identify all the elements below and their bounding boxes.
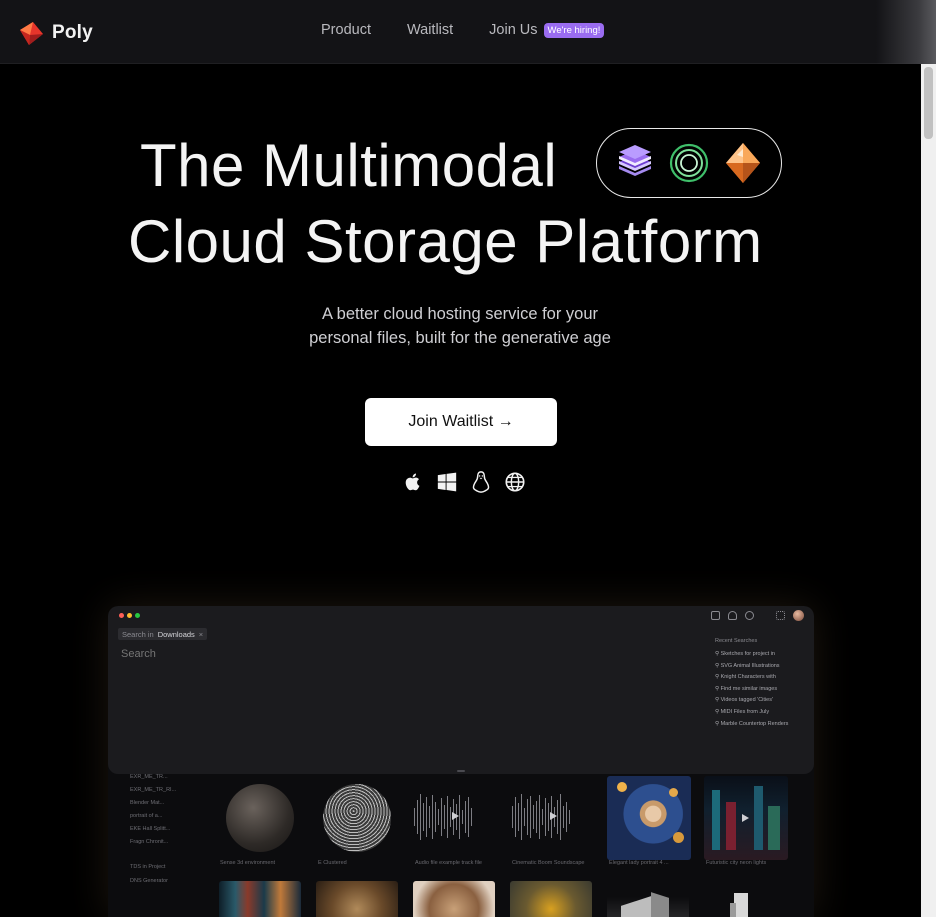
nav-waitlist[interactable]: Waitlist <box>407 22 453 38</box>
minimize-dot-icon[interactable] <box>127 613 132 618</box>
avatar[interactable] <box>793 610 804 621</box>
window-controls <box>119 613 140 618</box>
apple-icon[interactable] <box>401 470 425 494</box>
search-chip-close-icon[interactable]: × <box>199 630 203 639</box>
recent-search-item[interactable]: ⚲ Knight Characters with <box>715 672 805 684</box>
page-scrollbar[interactable] <box>921 64 936 917</box>
sidebar-folder-item[interactable]: DNS Generator <box>130 878 168 884</box>
search-scope-chip[interactable]: Search in Downloads × <box>118 628 208 640</box>
app-search-input[interactable] <box>121 648 421 660</box>
recent-search-item[interactable]: ⚲ SVG Animal Illustrations <box>715 661 805 673</box>
search-chip-prefix: Search in <box>122 629 154 639</box>
poly-logo-icon <box>20 22 43 45</box>
neon-city-video-thumbnail[interactable] <box>704 776 788 860</box>
recent-search-item[interactable]: ⚲ Find me similar images <box>715 684 805 696</box>
portrait-image-thumbnail[interactable] <box>607 776 691 860</box>
yellow-mech-thumbnail[interactable] <box>510 881 592 917</box>
layers-stack-icon <box>619 145 652 176</box>
sidebar-file-item[interactable]: portrait of a... <box>130 813 162 819</box>
sidebar-file-item[interactable]: Fragn Chronit... <box>130 839 168 845</box>
wireframe-sphere-thumbnail[interactable] <box>323 784 391 852</box>
hero-title-line2: Cloud Storage Platform <box>128 208 763 275</box>
hero-icon-pill <box>596 128 782 198</box>
linux-icon[interactable] <box>469 470 493 494</box>
3d-slab-thumbnail[interactable] <box>704 881 786 917</box>
brand-logo[interactable]: Poly <box>16 18 93 48</box>
site-header: Poly Product Waitlist Join Us We're hiri… <box>0 0 936 64</box>
join-waitlist-button[interactable]: Join Waitlist → <box>365 398 557 446</box>
grid-icon[interactable] <box>776 611 785 620</box>
thumbnail-caption: Elegant lady portrait 4 ... <box>609 860 669 866</box>
hero-subtitle-line2: personal files, built for the generative… <box>309 329 611 347</box>
search-panel: Search in Downloads × Recent Searches ⚲ … <box>108 606 814 774</box>
audio-waveform-thumbnail[interactable] <box>512 792 570 842</box>
recent-search-item[interactable]: ⚲ Videos tagged 'Cities' <box>715 695 805 707</box>
robot-head-thumbnail[interactable] <box>316 881 398 917</box>
nav-product[interactable]: Product <box>321 22 371 38</box>
thumbnail-caption: Audio file example track file <box>415 860 482 866</box>
search-chip-folder: Downloads <box>157 629 195 639</box>
close-dot-icon[interactable] <box>119 613 124 618</box>
recent-search-item[interactable]: ⚲ MIDI Files from July <box>715 707 805 719</box>
robot-figure-thumbnail[interactable] <box>413 881 495 917</box>
3d-block-thumbnail[interactable] <box>607 881 689 917</box>
sidebar-folder-item[interactable]: TDS in Project <box>130 864 165 870</box>
app-toolbar <box>711 610 804 621</box>
recent-searches-title: Recent Searches <box>715 638 758 644</box>
thumbnail-caption: Cinematic Boom Soundscape <box>512 860 585 866</box>
concentric-rings-icon <box>669 143 709 183</box>
thumbnail-caption: Futuristic city neon lights <box>706 860 767 866</box>
thumbnail-caption: Sense 3d environment <box>220 860 276 866</box>
play-icon[interactable] <box>550 812 557 820</box>
recent-search-item[interactable]: ⚲ Marble Countertop Renders <box>715 719 805 731</box>
sidebar-file-item[interactable]: EKE Hall Splitt... <box>130 826 170 832</box>
nav-join-us[interactable]: Join Us We're hiring! <box>489 22 605 38</box>
sphere-model-thumbnail[interactable] <box>226 784 294 852</box>
brand-name: Poly <box>52 22 93 43</box>
maximize-dot-icon[interactable] <box>135 613 140 618</box>
play-icon[interactable] <box>452 812 459 820</box>
settings-icon[interactable] <box>745 611 754 620</box>
audio-waveform-thumbnail[interactable] <box>414 792 472 842</box>
sidebar-file-item[interactable]: EXR_ME_TR_RI... <box>130 787 176 793</box>
panel-resize-handle[interactable] <box>457 770 465 772</box>
recent-searches: Recent Searches ⚲ Sketches for project i… <box>715 638 805 730</box>
app-preview: Search in Downloads × Recent Searches ⚲ … <box>108 606 814 917</box>
windows-icon[interactable] <box>435 470 459 494</box>
hero-subtitle: A better cloud hosting service for your … <box>260 302 660 350</box>
scrollbar-thumb[interactable] <box>924 67 933 139</box>
sidebar-file-item[interactable]: Blender Mat... <box>130 800 164 806</box>
nav-join-us-label: Join Us <box>489 22 538 38</box>
sidebar-file-item[interactable]: EXR_ME_TR... <box>130 774 168 780</box>
gem-icon <box>725 143 760 183</box>
file-sidebar: EXR_ME_TR... EXR_ME_TR_RI... Blender Mat… <box>108 774 203 917</box>
chevron-up-icon[interactable] <box>728 611 737 620</box>
main-nav: Product Waitlist Join Us We're hiring! <box>321 22 605 38</box>
hiring-badge: We're hiring! <box>543 22 605 38</box>
upload-icon[interactable] <box>711 611 720 620</box>
recent-search-item[interactable]: ⚲ Sketches for project in <box>715 649 805 661</box>
globe-icon[interactable] <box>503 470 527 494</box>
hero-subtitle-line1: A better cloud hosting service for your <box>321 305 599 323</box>
platform-icons <box>401 470 527 494</box>
city-image-thumbnail[interactable] <box>219 881 301 917</box>
hero-title-line1: The Multimodal <box>140 132 558 199</box>
header-edge-fade <box>876 0 936 64</box>
thumbnail-caption: E Clustered <box>318 860 347 866</box>
